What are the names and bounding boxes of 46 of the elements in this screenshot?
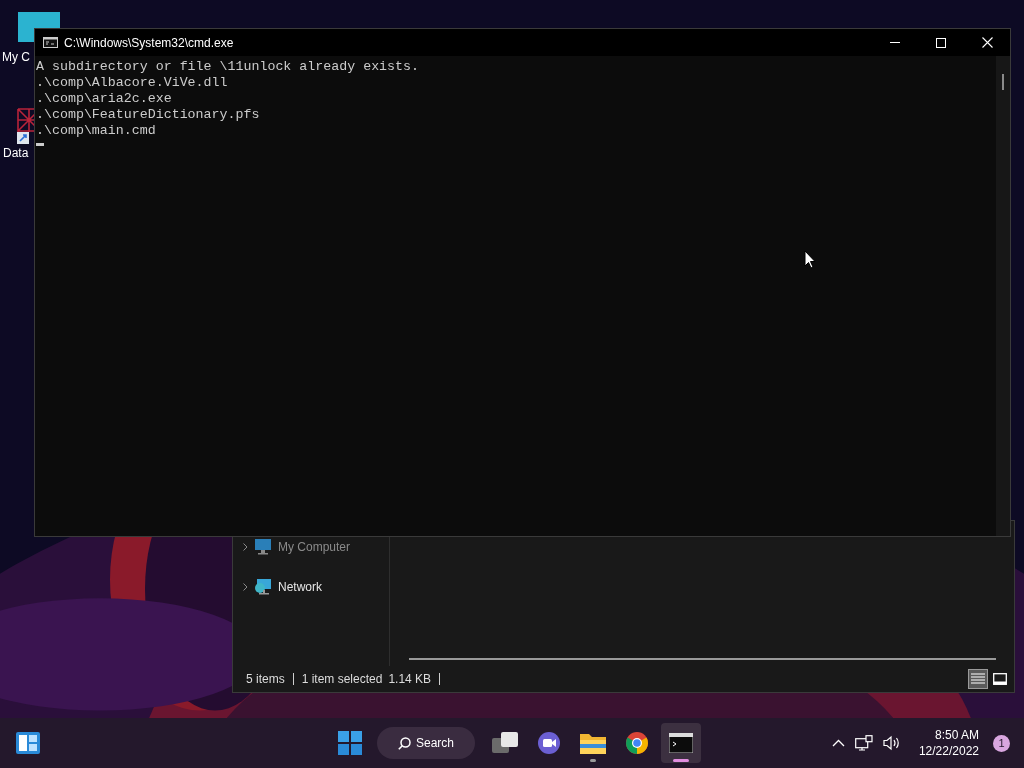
search-button[interactable]: Search <box>377 727 475 759</box>
network-icon <box>254 579 272 595</box>
notification-badge[interactable]: 1 <box>993 734 1010 752</box>
folder-icon <box>580 732 606 754</box>
chevron-icon[interactable] <box>243 543 248 551</box>
console-icon <box>43 37 58 48</box>
close-icon <box>981 37 993 48</box>
chevron-up-icon[interactable] <box>831 739 845 747</box>
minimize-icon <box>890 42 900 43</box>
nav-item[interactable]: My Computer <box>278 538 351 556</box>
scrollbar[interactable] <box>409 658 996 660</box>
network-icon[interactable] <box>854 735 873 751</box>
scrollbar[interactable] <box>996 56 1010 536</box>
mouse-pointer-icon <box>804 250 816 269</box>
running-indicator <box>590 759 596 762</box>
chevron-icon[interactable] <box>243 583 248 591</box>
running-indicator <box>673 759 689 762</box>
computer-icon <box>254 539 272 555</box>
icon-label[interactable]: My C <box>2 50 30 64</box>
terminal-icon <box>669 733 693 753</box>
nav-item[interactable]: Network <box>278 578 322 596</box>
console-line: .\comp\Albacore.ViVe.dll <box>36 75 229 91</box>
selection-size: 1.14 KB <box>388 671 432 688</box>
console-line: .\comp\main.cmd <box>36 123 157 139</box>
windows-logo-icon <box>338 731 362 755</box>
widgets-icon <box>16 732 40 754</box>
search-icon <box>398 736 411 750</box>
icon-label[interactable]: Data <box>3 146 29 160</box>
item-count: 5 items <box>246 671 285 688</box>
video-call-icon <box>537 731 561 755</box>
console-line: .\comp\aria2c.exe <box>36 91 173 107</box>
console-line: .\comp\FeatureDictionary.pfs <box>36 107 261 123</box>
console-line: A subdirectory or file \11unlock already exists. <box>36 59 420 75</box>
task-view-icon <box>492 732 518 754</box>
text-cursor <box>36 143 44 146</box>
window-title: C:\Windows\System32\cmd.exe <box>64 34 234 52</box>
maximize-icon <box>936 37 946 48</box>
widgets-button[interactable] <box>14 729 42 757</box>
list-icon <box>971 673 985 685</box>
browser-icon <box>625 731 649 755</box>
preview-icon <box>993 673 1007 685</box>
clock-time[interactable]: 8:50 AM <box>934 727 979 743</box>
clock-date[interactable]: 12/22/2022 <box>918 743 979 759</box>
selection-count: 1 item selected <box>301 671 383 688</box>
taskbar-app-button[interactable] <box>661 723 701 763</box>
volume-icon[interactable] <box>882 735 901 751</box>
